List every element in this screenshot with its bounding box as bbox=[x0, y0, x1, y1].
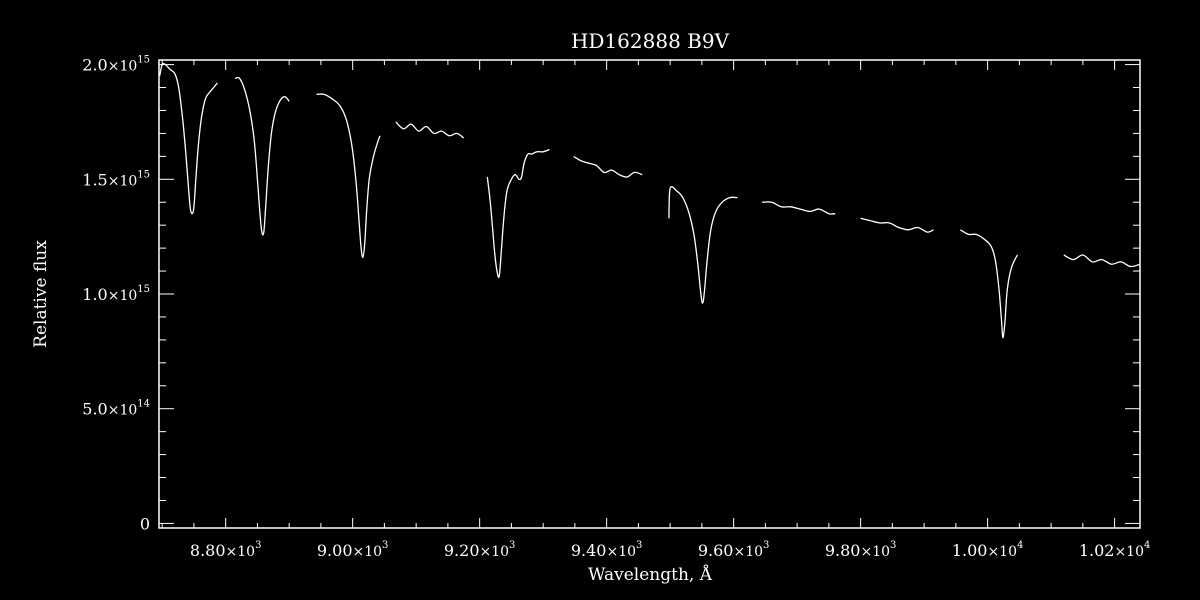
x-axis-label: Wavelength, Å bbox=[588, 564, 713, 585]
chart-title: HD162888 B9V bbox=[571, 29, 730, 53]
y-axis-label: Relative flux bbox=[31, 240, 51, 348]
chart-background bbox=[0, 0, 1200, 600]
y-tick-label: 0 bbox=[140, 514, 150, 533]
spectrum-chart: HD162888 B9V 8.80×103 9.00×103 9.20×103 9.4… bbox=[0, 0, 1200, 600]
